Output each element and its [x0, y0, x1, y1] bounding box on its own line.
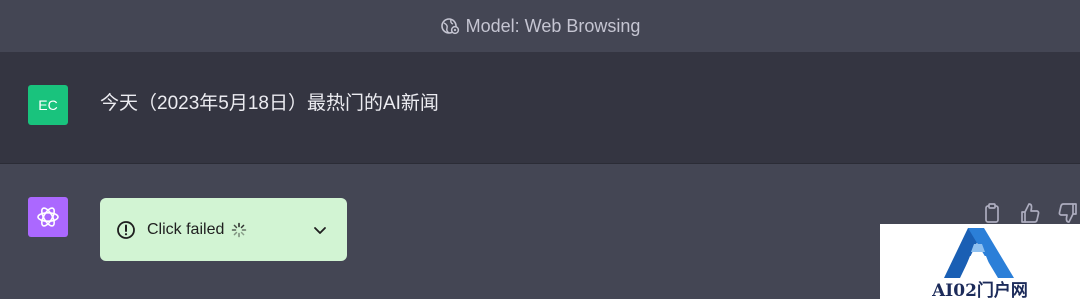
chevron-down-icon[interactable] [310, 220, 330, 240]
user-avatar: EC [28, 85, 68, 125]
openai-logo-icon [28, 197, 68, 237]
watermark-text: AI02门户网 [932, 281, 1028, 299]
watermark-logo-icon [938, 226, 1020, 280]
alert-circle-icon [116, 220, 136, 240]
copy-icon[interactable] [980, 201, 1004, 225]
thumbs-down-icon[interactable] [1056, 201, 1080, 225]
spinner-icon [231, 222, 247, 238]
watermark: AI02门户网 [880, 224, 1080, 299]
status-text: Click failed [147, 220, 225, 238]
model-label: Model: Web Browsing [465, 15, 641, 36]
browsing-status-card[interactable]: Click failed [100, 198, 347, 261]
thumbs-up-icon[interactable] [1018, 201, 1042, 225]
user-message-text: 今天（2023年5月18日）最热门的AI新闻 [100, 93, 439, 114]
globe-gear-icon [440, 16, 460, 36]
model-header: Model: Web Browsing [0, 0, 1080, 52]
message-actions [980, 201, 1080, 225]
